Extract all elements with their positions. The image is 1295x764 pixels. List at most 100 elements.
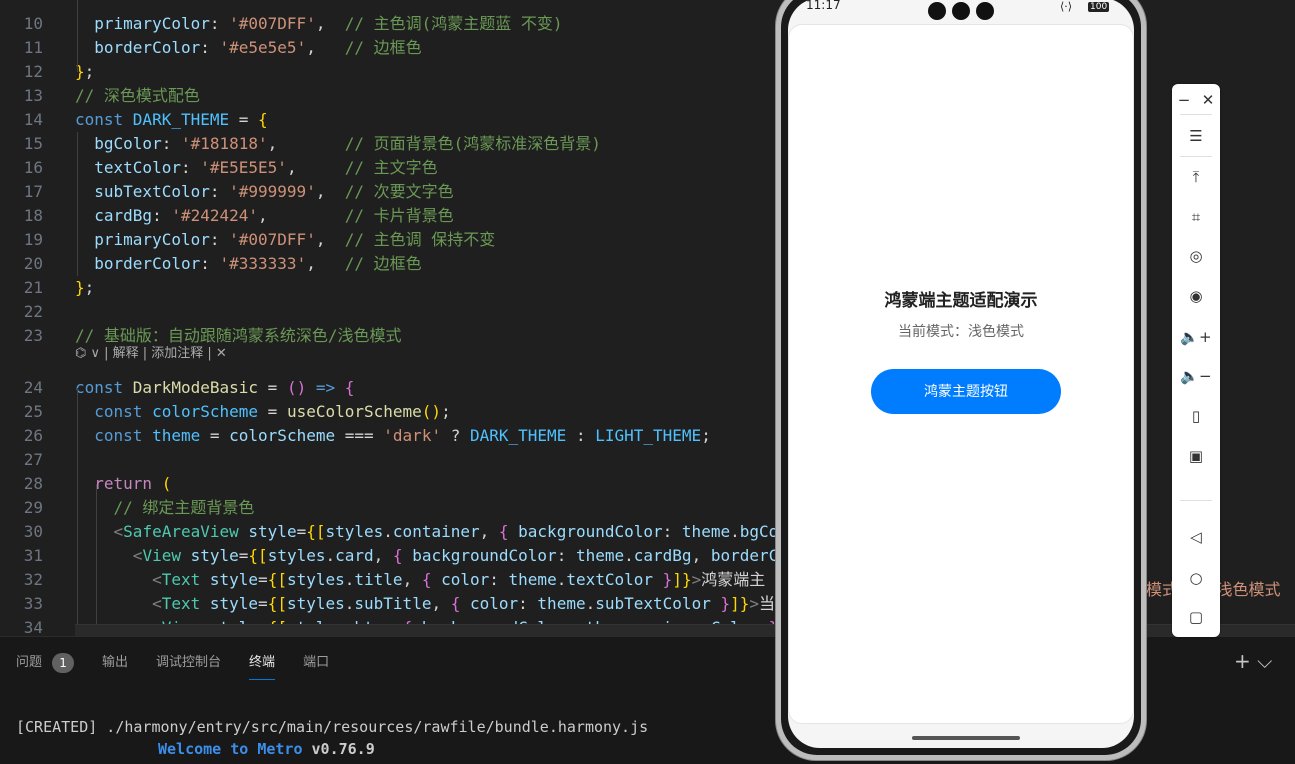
code-token: // 次要文字色 (344, 182, 454, 201)
code-token: '#181818' (180, 134, 268, 153)
code-token: const (94, 402, 153, 421)
code-token: } (710, 594, 731, 613)
volume-up-icon[interactable]: 🔈+ (1172, 325, 1220, 349)
code-token: // 边框色 (344, 38, 422, 57)
code-token: textColor (566, 570, 654, 589)
line-number: 31 (23, 546, 43, 565)
back-icon[interactable]: ◁ (1172, 525, 1220, 549)
code-token: backgroundColor (412, 546, 557, 565)
emulator-toolbar: − ✕ ☰ ⤒ ⌗ ◎ ◉ 🔈+ 🔈− ▯ ▣ ◁ ○ ▢ (1172, 84, 1220, 637)
code-token: { (421, 570, 442, 589)
code-token: = (296, 522, 307, 541)
code-text: const DarkModeBasic = () => { (75, 376, 354, 400)
code-token: : (152, 206, 172, 225)
code-text: borderColor: '#333333', // 边框色 (75, 252, 421, 276)
panel-tab[interactable]: 调试控制台 (156, 651, 221, 675)
code-token: bgColor (94, 134, 162, 153)
line-number: 30 (23, 522, 43, 541)
panel-tab[interactable]: 输出 (102, 651, 128, 675)
menu-icon[interactable]: ☰ (1172, 124, 1220, 148)
home-indicator[interactable] (912, 736, 1020, 740)
record-icon[interactable]: ◉ (1172, 284, 1220, 308)
code-token: // 绑定主题背景色 (113, 498, 255, 517)
code-token: '#e5e5e5' (219, 38, 307, 57)
code-token: : (200, 38, 220, 57)
code-token: : (209, 230, 230, 249)
code-token: , (286, 158, 345, 177)
line-number: 26 (23, 426, 43, 445)
code-token: 鸿蒙端主 (701, 570, 766, 589)
code-token: === (335, 426, 384, 445)
indent-guide (77, 0, 78, 72)
code-token: theme (681, 522, 731, 541)
code-token: , (258, 206, 345, 225)
code-token: theme (152, 426, 201, 445)
code-token: Text (161, 570, 201, 589)
pin-top-icon[interactable]: ⤒ (1172, 165, 1220, 189)
code-token: container (392, 522, 480, 541)
code-token: style (248, 522, 297, 541)
panel-tab[interactable]: 终端 (249, 651, 276, 680)
code-token: return (94, 474, 162, 493)
code-token: { (392, 546, 413, 565)
code-token: => (315, 378, 336, 397)
code-token: // 卡片背景色 (344, 206, 454, 225)
code-token: < (132, 546, 143, 565)
code-token: SafeAreaView (123, 522, 239, 541)
code-token: 'dark' (383, 426, 442, 445)
codelens-actions[interactable]: ⌬ ∨ | 解释 | 添加注释 | ✕ (75, 344, 227, 364)
page-title: 鸿蒙端主题适配演示 (884, 291, 1038, 311)
code-token: < (113, 522, 124, 541)
code-token: subTextColor (94, 182, 210, 201)
code-token: styles (286, 570, 345, 589)
code-token: () (286, 378, 307, 397)
theme-button[interactable]: 鸿蒙主题按钮 (871, 369, 1061, 414)
line-number: 18 (23, 206, 43, 225)
new-terminal-button[interactable]: + ⌵ (1234, 649, 1272, 673)
line-number: 29 (23, 498, 43, 517)
panel-tab-label: 问题 (16, 655, 43, 670)
code-token: = (258, 594, 268, 613)
code-token: {[ (306, 522, 326, 541)
minimize-icon[interactable]: − (1172, 88, 1196, 112)
panel-tab-label: 输出 (102, 655, 129, 670)
shake-icon[interactable]: ▯ (1172, 404, 1220, 428)
panel-tab[interactable]: 端口 (303, 651, 329, 675)
panel-tab[interactable]: 问题 1 (16, 651, 75, 675)
home-icon[interactable]: ○ (1172, 566, 1220, 590)
line-number: 27 (23, 450, 43, 469)
line-number: 25 (23, 402, 43, 421)
code-token: cardBg (633, 546, 692, 565)
code-token: '#007DFF' (229, 14, 316, 33)
multi-device-icon[interactable]: ▣ (1172, 444, 1220, 468)
code-token: ]} (672, 570, 692, 589)
code-token: colorScheme (229, 426, 336, 445)
toolbar-divider (1180, 114, 1212, 115)
volume-down-icon[interactable]: 🔈− (1172, 364, 1220, 388)
code-token: theme (537, 594, 586, 613)
code-token: , (402, 570, 422, 589)
code-token: DARK_THEME (469, 426, 567, 445)
code-token: theme (575, 546, 625, 565)
code-token: . (624, 546, 634, 565)
camera-icon (928, 2, 946, 20)
line-number: 32 (23, 570, 43, 589)
mode-subtitle: 当前模式：浅色模式 (898, 324, 1024, 340)
code-token: {[ (248, 546, 268, 565)
rotate-icon[interactable]: ◎ (1172, 244, 1220, 268)
close-icon[interactable]: ✕ (1196, 88, 1220, 112)
phone-emulator: 11:17 ⟨·⟩ 100 鸿蒙端主题适配演示 当前模式：浅色模式 鸿蒙主题按钮 (776, 0, 1146, 760)
code-token: styles (325, 522, 384, 541)
code-token: : (161, 134, 181, 153)
crop-screenshot-icon[interactable]: ⌗ (1172, 205, 1220, 229)
phone-bezel: 11:17 ⟨·⟩ 100 鸿蒙端主题适配演示 当前模式：浅色模式 鸿蒙主题按钮 (781, 0, 1141, 755)
code-token: : (489, 570, 509, 589)
code-token: ; (84, 278, 95, 297)
code-token: {[ (267, 594, 287, 613)
recents-icon[interactable]: ▢ (1172, 605, 1220, 629)
camera-icon (952, 2, 970, 20)
code-token: DarkModeBasic (132, 378, 259, 397)
indent-guide (77, 132, 78, 276)
